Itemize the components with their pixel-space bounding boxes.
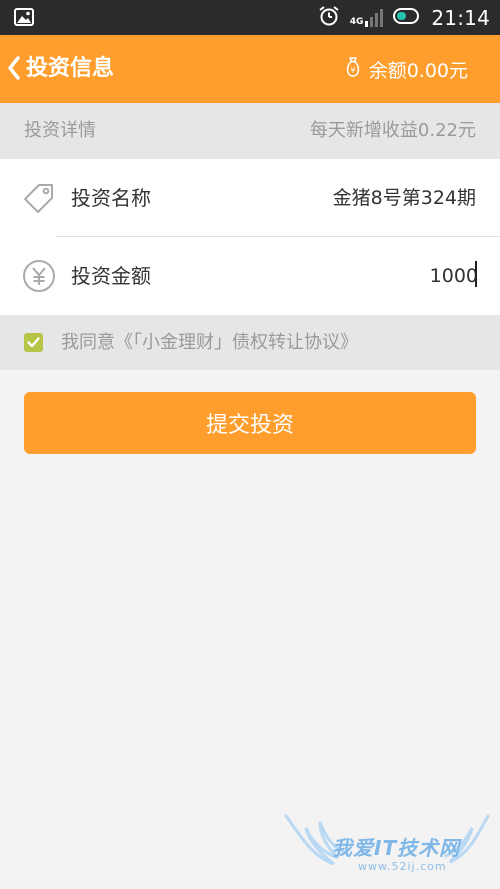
gallery-icon [14, 8, 34, 26]
investment-name-value: 金猪8号第324期 [332, 187, 476, 209]
watermark-logo: 我爱IT技术网 www.52ij.com [282, 808, 492, 886]
status-time: 21:14 [431, 5, 490, 30]
alarm-icon [318, 5, 340, 31]
daily-income-text: 每天新增收益0.22元 [309, 120, 476, 141]
section-title: 投资详情 [24, 120, 96, 141]
agreement-checkbox[interactable] [24, 333, 43, 352]
investment-amount-input[interactable] [278, 257, 478, 295]
battery-icon [393, 7, 421, 29]
agreement-link[interactable]: 我同意《「小金理财」债权转让协议》 [61, 315, 358, 370]
balance-display: ¥ 余额0.00元 [345, 35, 468, 103]
svg-text:¥: ¥ [350, 66, 355, 75]
status-bar: 4G 21:14 [0, 0, 500, 35]
investment-amount-label: 投资金额 [71, 264, 151, 288]
section-header: 投资详情 每天新增收益0.22元 [0, 103, 500, 159]
watermark-url: www.52ij.com [358, 860, 447, 873]
price-tag-icon [21, 180, 57, 216]
investment-name-row: 投资名称 金猪8号第324期 [0, 159, 500, 237]
app-header: 投资信息 ¥ 余额0.00元 [0, 35, 500, 103]
status-icons: 4G 21:14 [318, 0, 490, 35]
page-title: 投资信息 [26, 56, 115, 81]
investment-amount-row[interactable]: 投资金额 [0, 237, 500, 315]
investment-name-label: 投资名称 [71, 186, 151, 210]
text-caret [475, 261, 477, 287]
watermark-text: 我爱IT技术网 [332, 836, 461, 860]
signal-icon: 4G [349, 8, 384, 27]
investment-form: 投资名称 金猪8号第324期 投资金额 [0, 159, 500, 315]
back-arrow-icon[interactable] [6, 55, 22, 81]
money-bag-icon: ¥ [345, 56, 361, 82]
network-type: 4G [349, 16, 364, 27]
submit-investment-button[interactable]: 提交投资 [24, 392, 476, 454]
yuan-icon [21, 258, 57, 294]
balance-text: 余额0.00元 [368, 59, 468, 82]
agreement-row: 我同意《「小金理财」债权转让协议》 [0, 315, 500, 370]
